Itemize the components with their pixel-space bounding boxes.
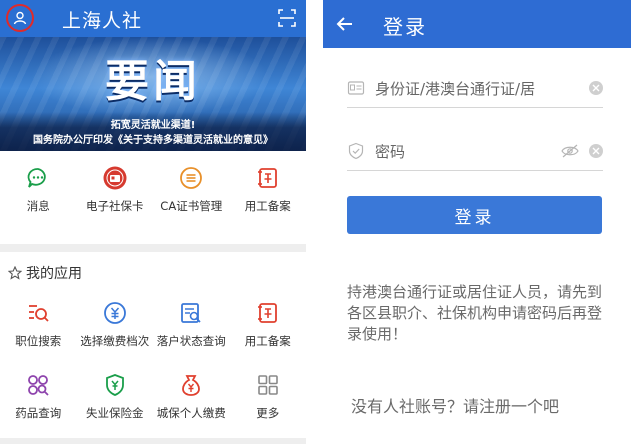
quick-action-label: CA证书管理 <box>160 199 223 213</box>
more-grid-icon <box>255 372 281 398</box>
employment-record-icon <box>255 300 281 326</box>
my-apps-title: 我的应用 <box>26 266 82 282</box>
app-drug-query[interactable]: 药品查询 <box>0 372 77 421</box>
quick-action-label: 用工备案 <box>244 199 291 213</box>
my-apps-row-1: 职位搜索 选择缴费档次 落户状态查询 用工备案 <box>0 300 306 349</box>
app-more[interactable]: 更多 <box>230 372 307 421</box>
banner-headline: 要闻 <box>105 56 201 107</box>
unemployment-insurance-icon <box>102 372 128 398</box>
app-label: 药品查询 <box>15 406 62 420</box>
app-title: 上海人社 <box>62 10 143 32</box>
home-screen: 上海人社 要闻 拓宽灵活就业渠道! 国务院办公厅印发《关于支持多渠道灵活就业的意… <box>0 0 306 444</box>
register-link[interactable]: 没有人社账号？请注册一个吧 <box>351 393 559 417</box>
app-job-search[interactable]: 职位搜索 <box>0 300 77 349</box>
message-icon <box>25 165 51 191</box>
employment-record-icon <box>255 165 281 191</box>
id-card-icon <box>347 81 365 95</box>
password-field[interactable]: 密码 <box>347 133 603 171</box>
personal-payment-icon <box>178 372 204 398</box>
login-screen: 登录 身份证/港澳台通行证/居 密码 登录 持港澳台通行证或居住证人员，请先到各… <box>323 0 631 444</box>
back-arrow-icon[interactable] <box>335 14 355 34</box>
clear-password-button[interactable] <box>589 144 603 158</box>
shield-check-icon <box>348 142 364 160</box>
app-unemployment-insurance[interactable]: 失业保险金 <box>77 372 154 421</box>
id-number-placeholder: 身份证/港澳台通行证/居 <box>375 80 536 98</box>
social-security-card-icon <box>102 165 128 191</box>
quick-action-e-card[interactable]: 电子社保卡 <box>77 165 154 214</box>
quick-action-ca-cert[interactable]: CA证书管理 <box>153 165 230 214</box>
quick-action-label: 电子社保卡 <box>86 199 144 213</box>
quick-actions: 消息 电子社保卡 CA证书管理 用工备案 <box>0 165 306 214</box>
app-payment-level[interactable]: 选择缴费档次 <box>77 300 154 349</box>
id-number-field[interactable]: 身份证/港澳台通行证/居 <box>347 70 603 108</box>
payment-level-icon <box>102 300 128 326</box>
hide-password-icon[interactable] <box>561 144 579 158</box>
job-search-icon <box>25 300 51 326</box>
app-label: 更多 <box>256 406 280 420</box>
drug-query-icon <box>25 372 51 398</box>
login-header: 登录 <box>323 0 631 48</box>
home-header: 上海人社 <box>0 0 306 37</box>
quick-action-label: 消息 <box>26 199 50 213</box>
login-notice: 持港澳台通行证或居住证人员，请先到各区县职介、社保机构申请密码后再登录使用！ <box>347 283 603 343</box>
login-title: 登录 <box>383 15 427 39</box>
app-settlement-query[interactable]: 落户状态查询 <box>153 300 230 349</box>
app-employment-record[interactable]: 用工备案 <box>230 300 307 349</box>
scan-icon[interactable] <box>277 8 297 28</box>
my-apps-row-2: 药品查询 失业保险金 城保个人缴费 更多 <box>0 372 306 421</box>
clear-id-button[interactable] <box>589 81 603 95</box>
ca-certificate-icon <box>178 165 204 191</box>
clear-icon <box>592 84 600 92</box>
app-label: 落户状态查询 <box>156 334 226 348</box>
login-button[interactable]: 登录 <box>347 196 602 234</box>
password-placeholder: 密码 <box>375 143 406 161</box>
my-apps-header: 我的应用 <box>8 263 82 283</box>
clear-icon <box>592 147 600 155</box>
bottom-strip <box>0 438 306 444</box>
app-label: 城保个人缴费 <box>156 406 226 420</box>
quick-action-message[interactable]: 消息 <box>0 165 77 214</box>
banner-caption-line2: 国务院办公厅印发《关于支持多渠道灵活就业的意见》 <box>33 135 273 146</box>
star-icon <box>8 266 22 280</box>
app-label: 选择缴费档次 <box>80 334 150 348</box>
quick-action-employment-record[interactable]: 用工备案 <box>230 165 307 214</box>
app-personal-payment[interactable]: 城保个人缴费 <box>153 372 230 421</box>
settlement-query-icon <box>178 300 204 326</box>
user-avatar-button[interactable] <box>6 4 34 32</box>
user-icon <box>13 11 27 25</box>
app-label: 用工备案 <box>244 334 291 348</box>
banner-caption-line1: 拓宽灵活就业渠道! <box>110 120 196 131</box>
news-banner[interactable]: 要闻 拓宽灵活就业渠道! 国务院办公厅印发《关于支持多渠道灵活就业的意见》 <box>0 37 306 151</box>
app-label: 职位搜索 <box>15 334 62 348</box>
section-divider <box>0 244 306 252</box>
app-label: 失业保险金 <box>86 406 144 420</box>
